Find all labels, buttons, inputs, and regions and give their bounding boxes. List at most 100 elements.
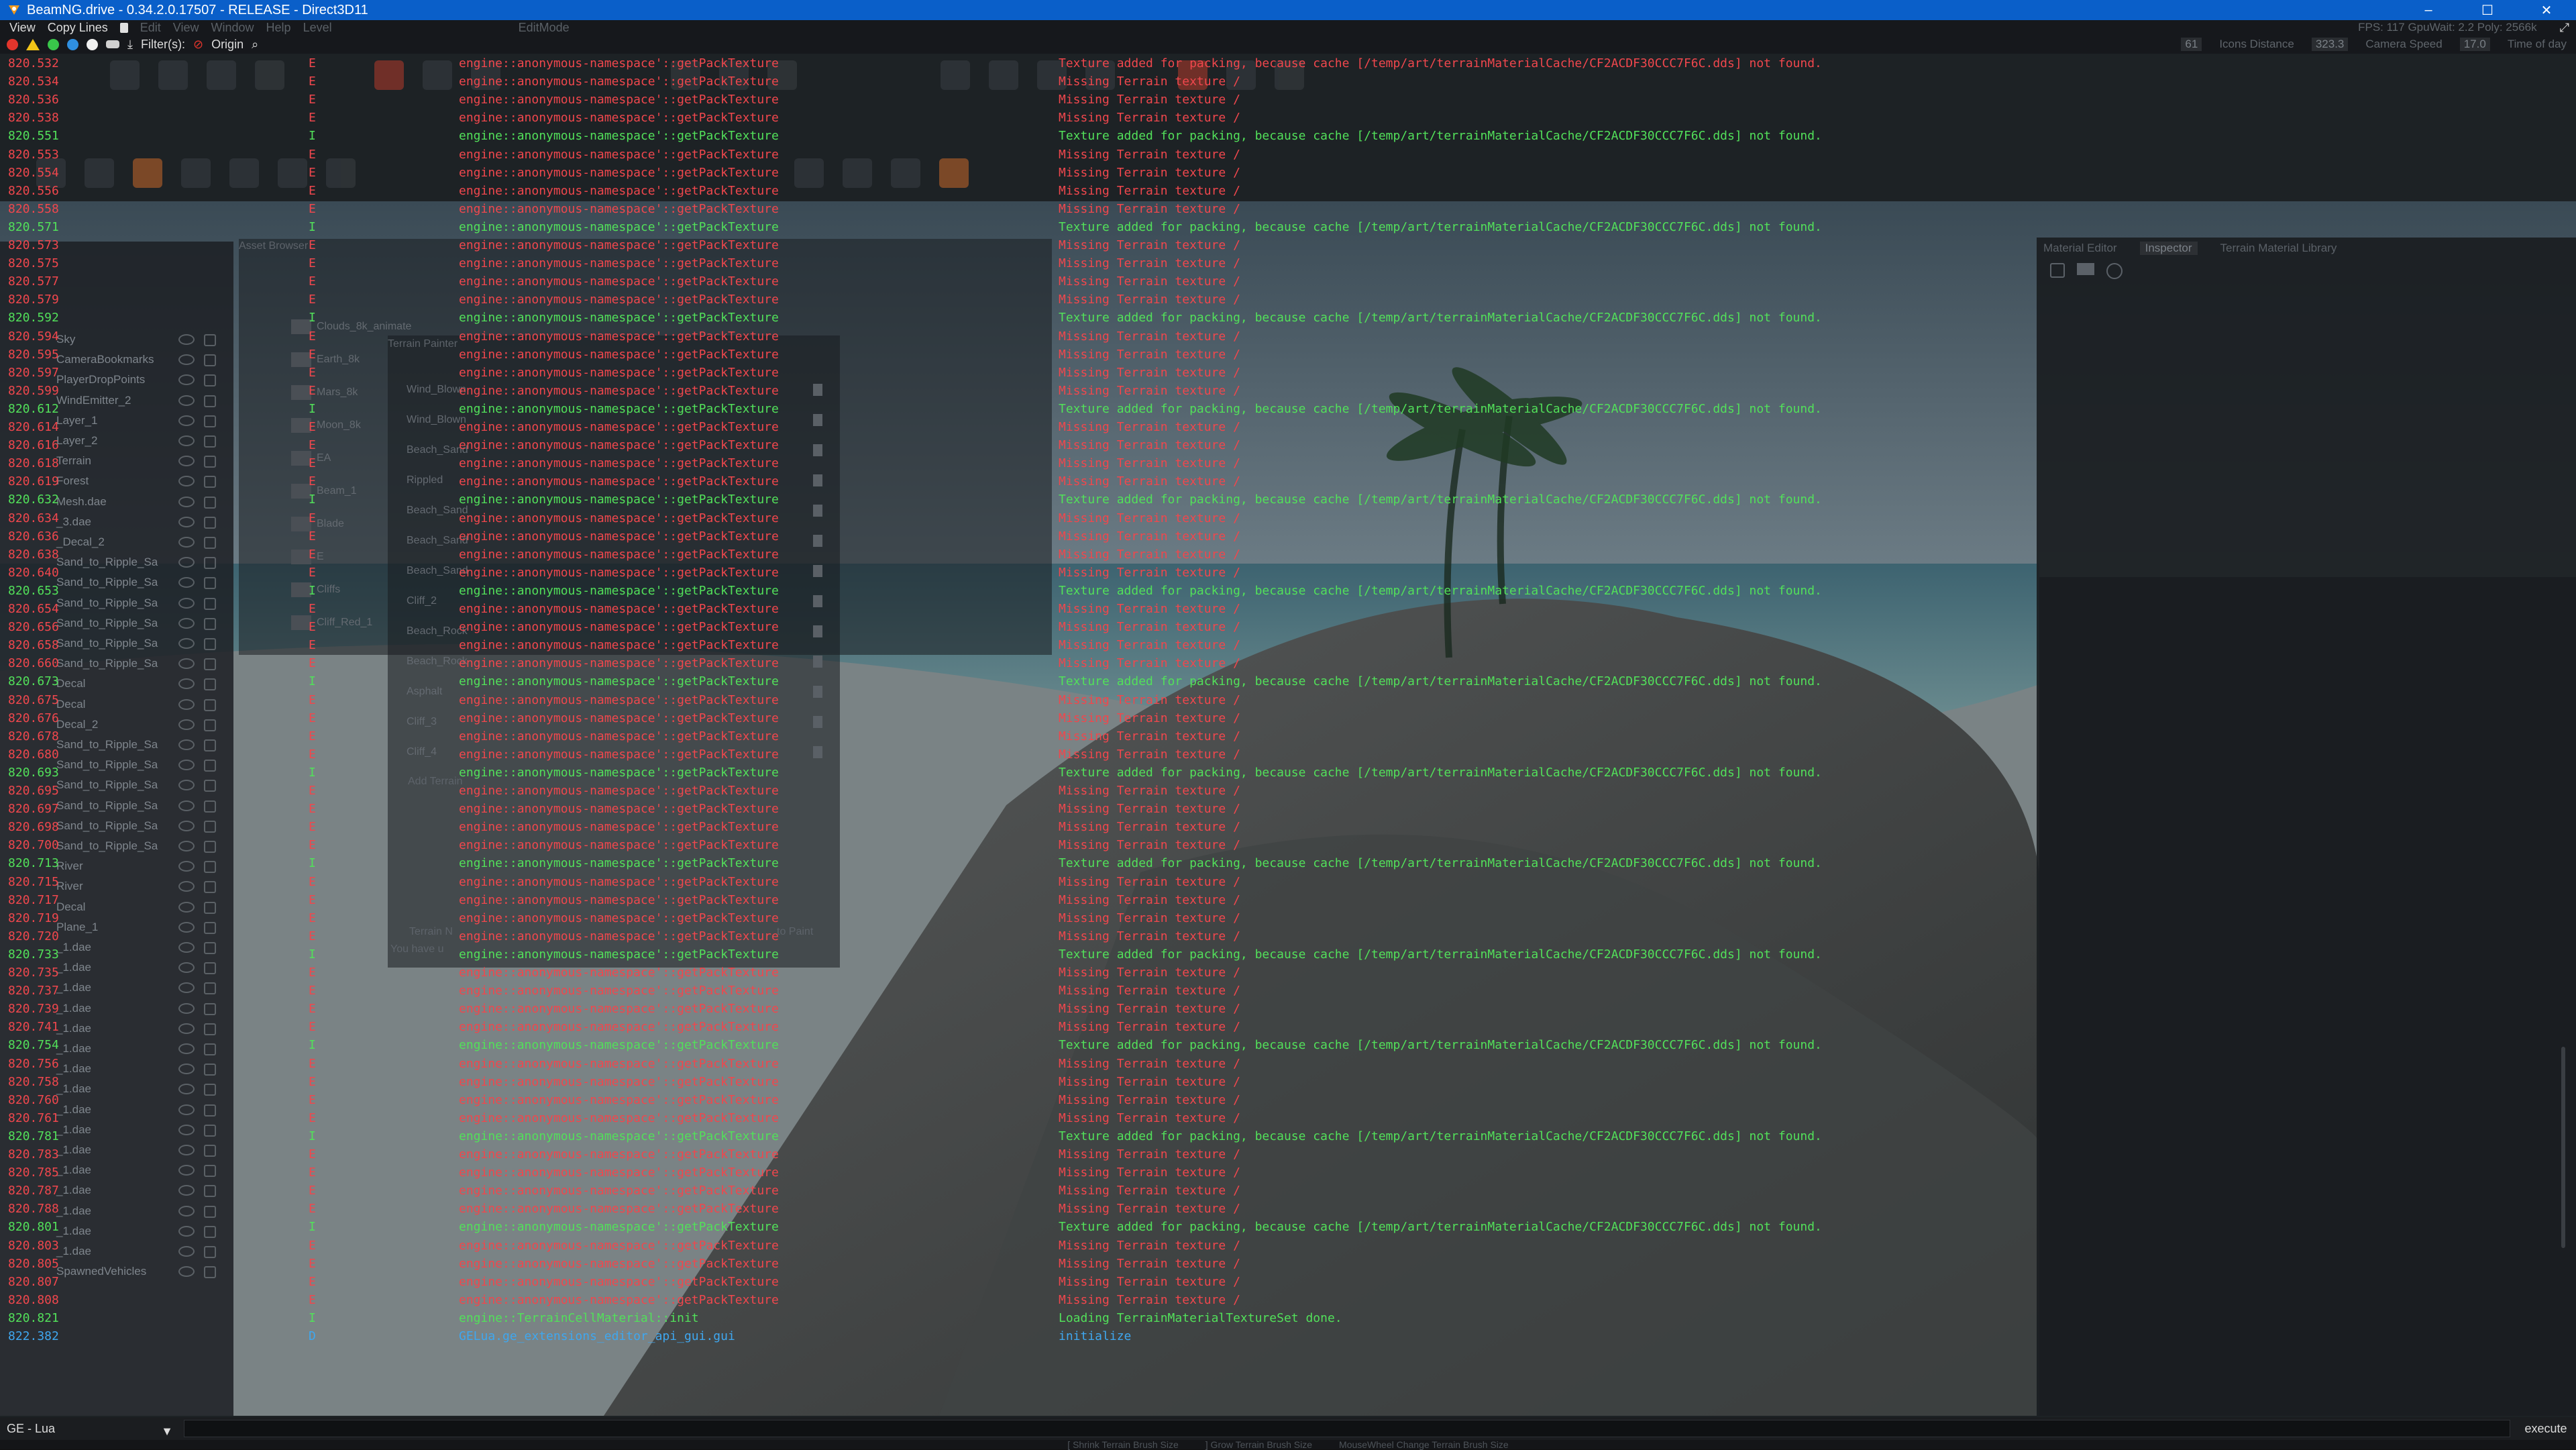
help-filter-icon[interactable] (87, 38, 98, 50)
log-row[interactable]: 820.693 Iengine::anonymous-namespace'::ge… (0, 764, 2576, 782)
log-row[interactable]: 820.678 Eengine::anonymous-namespace'::ge… (0, 727, 2576, 745)
log-row[interactable]: 820.673 Iengine::anonymous-namespace'::ge… (0, 672, 2576, 690)
log-row[interactable]: 820.632 Iengine::anonymous-namespace'::ge… (0, 490, 2576, 509)
search-icon[interactable]: ⌕ (252, 38, 258, 52)
log-row[interactable]: 820.536 Eengine::anonymous-namespace'::ge… (0, 91, 2576, 109)
menu-copy-lines[interactable]: Copy Lines (48, 21, 108, 35)
menu-view-editor[interactable]: View (173, 21, 199, 35)
log-row[interactable]: 820.551 Iengine::anonymous-namespace'::ge… (0, 127, 2576, 145)
log-row[interactable]: 820.556 Eengine::anonymous-namespace'::ge… (0, 182, 2576, 200)
log-row[interactable]: 820.614 Eengine::anonymous-namespace'::ge… (0, 418, 2576, 436)
log-row[interactable]: 820.575 Eengine::anonymous-namespace'::ge… (0, 254, 2576, 272)
log-row[interactable]: 820.808 Eengine::anonymous-namespace'::ge… (0, 1291, 2576, 1309)
log-row[interactable]: 820.760 Eengine::anonymous-namespace'::ge… (0, 1091, 2576, 1109)
log-row[interactable]: 820.788 Eengine::anonymous-namespace'::ge… (0, 1200, 2576, 1218)
log-row[interactable]: 820.754 Iengine::anonymous-namespace'::ge… (0, 1036, 2576, 1054)
log-row[interactable]: 820.719 Eengine::anonymous-namespace'::ge… (0, 909, 2576, 927)
log-row[interactable]: 820.638 Eengine::anonymous-namespace'::ge… (0, 546, 2576, 564)
log-row[interactable]: 820.656 Eengine::anonymous-namespace'::ge… (0, 618, 2576, 636)
time-of-day-value[interactable]: 17.0 (2459, 38, 2490, 51)
log-row[interactable]: 820.658 Eengine::anonymous-namespace'::ge… (0, 636, 2576, 654)
menu-edit[interactable]: Edit (140, 21, 161, 35)
log-row[interactable]: 820.597 Eengine::anonymous-namespace'::ge… (0, 364, 2576, 382)
log-row[interactable]: 820.599 Eengine::anonymous-namespace'::ge… (0, 382, 2576, 400)
info-filter-icon[interactable] (48, 38, 59, 50)
log-row[interactable]: 820.807 Eengine::anonymous-namespace'::ge… (0, 1273, 2576, 1291)
log-row[interactable]: 820.785 Eengine::anonymous-namespace'::ge… (0, 1163, 2576, 1182)
menu-window[interactable]: Window (211, 21, 254, 35)
log-row[interactable]: 820.676 Eengine::anonymous-namespace'::ge… (0, 709, 2576, 727)
log-row[interactable]: 820.573 Eengine::anonymous-namespace'::ge… (0, 236, 2576, 254)
log-row[interactable]: 820.821 Iengine::TerrainCellMaterial::ini… (0, 1309, 2576, 1327)
menu-help[interactable]: Help (266, 21, 291, 35)
camera-speed-value[interactable]: 323.3 (2311, 38, 2349, 51)
download-icon[interactable]: ⤓ (127, 38, 133, 52)
execute-button[interactable]: execute (2516, 1422, 2576, 1436)
log-row[interactable]: 820.640 Eengine::anonymous-namespace'::ge… (0, 564, 2576, 582)
log-row[interactable]: 820.619 Eengine::anonymous-namespace'::ge… (0, 472, 2576, 490)
log-row[interactable]: 820.636 Eengine::anonymous-namespace'::ge… (0, 527, 2576, 546)
log-row[interactable]: 820.801 Iengine::anonymous-namespace'::ge… (0, 1218, 2576, 1236)
log-row[interactable]: 820.594 Eengine::anonymous-namespace'::ge… (0, 327, 2576, 346)
clear-filter-icon[interactable]: ⊘ (193, 38, 203, 52)
log-row[interactable]: 820.720 Eengine::anonymous-namespace'::ge… (0, 927, 2576, 945)
log-row[interactable]: 820.538 Eengine::anonymous-namespace'::ge… (0, 109, 2576, 127)
log-row[interactable]: 820.741 Eengine::anonymous-namespace'::ge… (0, 1018, 2576, 1036)
log-row[interactable]: 820.739 Eengine::anonymous-namespace'::ge… (0, 1000, 2576, 1018)
log-row[interactable]: 820.733 Iengine::anonymous-namespace'::ge… (0, 945, 2576, 964)
log-row[interactable]: 820.695 Eengine::anonymous-namespace'::ge… (0, 782, 2576, 800)
command-input[interactable] (184, 1420, 2510, 1437)
log-row[interactable]: 820.787 Eengine::anonymous-namespace'::ge… (0, 1182, 2576, 1200)
log-row[interactable]: 820.616 Eengine::anonymous-namespace'::ge… (0, 436, 2576, 454)
log-row[interactable]: 820.579 Eengine::anonymous-namespace'::ge… (0, 291, 2576, 309)
log-row[interactable]: 820.735 Eengine::anonymous-namespace'::ge… (0, 964, 2576, 982)
log-row[interactable]: 820.697 Eengine::anonymous-namespace'::ge… (0, 800, 2576, 818)
log-row[interactable]: 820.737 Eengine::anonymous-namespace'::ge… (0, 982, 2576, 1000)
log-row[interactable]: 820.595 Eengine::anonymous-namespace'::ge… (0, 346, 2576, 364)
log-row[interactable]: 820.634 Eengine::anonymous-namespace'::ge… (0, 509, 2576, 527)
log-row[interactable]: 820.715 Eengine::anonymous-namespace'::ge… (0, 873, 2576, 891)
log-row[interactable]: 820.805 Eengine::anonymous-namespace'::ge… (0, 1255, 2576, 1273)
log-row[interactable]: 820.783 Eengine::anonymous-namespace'::ge… (0, 1145, 2576, 1163)
log-row[interactable]: 820.761 Eengine::anonymous-namespace'::ge… (0, 1109, 2576, 1127)
log-row[interactable]: 820.675 Eengine::anonymous-namespace'::ge… (0, 691, 2576, 709)
console-scrollbar[interactable] (2561, 1047, 2565, 1248)
log-row[interactable]: 820.781 Iengine::anonymous-namespace'::ge… (0, 1127, 2576, 1145)
log-row[interactable]: 820.660 Eengine::anonymous-namespace'::ge… (0, 654, 2576, 672)
icons-distance-value[interactable]: 61 (2181, 38, 2202, 51)
warning-filter-icon[interactable] (26, 38, 40, 50)
minimize-button[interactable]: – (2399, 0, 2458, 20)
close-button[interactable]: ✕ (2517, 0, 2576, 20)
log-row[interactable]: 820.803 Eengine::anonymous-namespace'::ge… (0, 1237, 2576, 1255)
log-row[interactable]: 822.382 D GELua.ge_extensions_editor_api_g… (0, 1327, 2576, 1345)
menu-view[interactable]: View (9, 21, 36, 35)
log-row[interactable]: 820.653 Iengine::anonymous-namespace'::ge… (0, 582, 2576, 600)
log-row[interactable]: 820.713 Iengine::anonymous-namespace'::ge… (0, 854, 2576, 872)
menu-editmode[interactable]: EditMode (519, 21, 570, 35)
context-select[interactable]: GE - Lua ▼ (0, 1422, 178, 1438)
error-filter-icon[interactable] (7, 38, 18, 50)
vehicle-filter-icon[interactable] (106, 40, 119, 48)
log-row[interactable]: 820.577 Eengine::anonymous-namespace'::ge… (0, 272, 2576, 291)
log-row[interactable]: 820.612 Iengine::anonymous-namespace'::ge… (0, 400, 2576, 418)
log-row[interactable]: 820.554 Eengine::anonymous-namespace'::ge… (0, 164, 2576, 182)
log-row[interactable]: 820.553 Eengine::anonymous-namespace'::ge… (0, 146, 2576, 164)
menu-level[interactable]: Level (303, 21, 332, 35)
trash-icon[interactable] (119, 22, 128, 33)
log-row[interactable]: 820.618 Eengine::anonymous-namespace'::ge… (0, 454, 2576, 472)
fullscreen-toggle-icon[interactable]: ⤢ (2560, 21, 2569, 35)
log-row[interactable]: 820.654 Eengine::anonymous-namespace'::ge… (0, 600, 2576, 618)
log-row[interactable]: 820.758 Eengine::anonymous-namespace'::ge… (0, 1073, 2576, 1091)
log-row[interactable]: 820.532 Eengine::anonymous-namespace'::ge… (0, 54, 2576, 72)
log-row[interactable]: 820.717 Eengine::anonymous-namespace'::ge… (0, 891, 2576, 909)
log-row[interactable]: 820.571 Iengine::anonymous-namespace'::ge… (0, 218, 2576, 236)
log-row[interactable]: 820.534 Eengine::anonymous-namespace'::ge… (0, 72, 2576, 91)
log-row[interactable]: 820.756 Eengine::anonymous-namespace'::ge… (0, 1055, 2576, 1073)
debug-filter-icon[interactable] (67, 38, 78, 50)
log-row[interactable]: 820.558 Eengine::anonymous-namespace'::ge… (0, 200, 2576, 218)
log-row[interactable]: 820.680 Eengine::anonymous-namespace'::ge… (0, 745, 2576, 764)
log-row[interactable]: 820.698 Eengine::anonymous-namespace'::ge… (0, 818, 2576, 836)
log-row[interactable]: 820.592 Iengine::anonymous-namespace'::ge… (0, 309, 2576, 327)
log-row[interactable]: 820.700 Eengine::anonymous-namespace'::ge… (0, 836, 2576, 854)
maximize-button[interactable]: ☐ (2458, 0, 2517, 20)
